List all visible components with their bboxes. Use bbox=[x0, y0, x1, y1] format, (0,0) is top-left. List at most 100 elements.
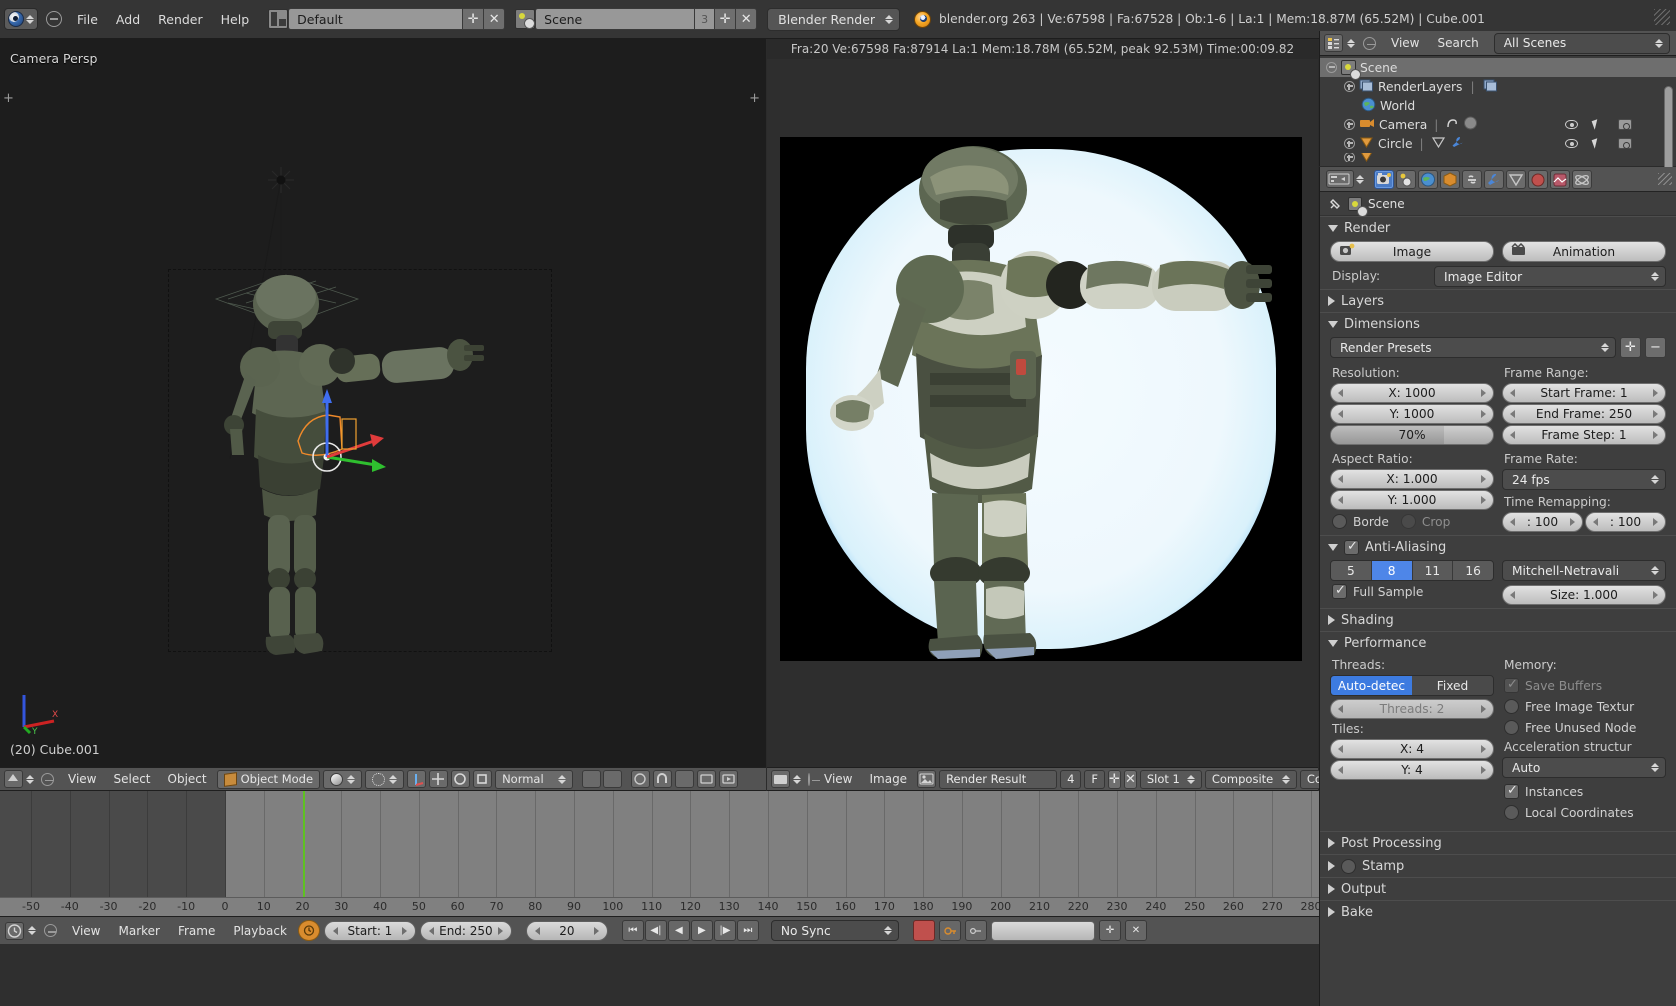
pin-id-icon[interactable] bbox=[1328, 197, 1342, 211]
screen-layout-name[interactable]: Default bbox=[288, 8, 464, 30]
stamp-checkbox[interactable] bbox=[1341, 858, 1356, 874]
image-datablock-icon[interactable] bbox=[917, 770, 937, 788]
proportional-edit-icon[interactable] bbox=[631, 770, 651, 788]
instances-checkbox[interactable] bbox=[1504, 783, 1519, 799]
aa-filter-dropdown[interactable]: Mitchell-Netravali bbox=[1502, 560, 1666, 581]
timeline-editor[interactable]: -50 -40 -30 -20 -10 0 10 20 30 40 50 60 70 80 90 100 110… bbox=[0, 791, 1319, 916]
insert-keyframe-button[interactable]: ✛ bbox=[1098, 920, 1121, 941]
chevron-updown-icon[interactable] bbox=[28, 926, 36, 935]
interaction-mode-dropdown[interactable]: Object Mode bbox=[216, 769, 321, 789]
outliner-row-circle[interactable]: Circle | bbox=[1320, 134, 1676, 153]
aa-samples-segmented[interactable]: 5 8 11 16 bbox=[1330, 560, 1494, 581]
camera-data-icon[interactable] bbox=[1463, 116, 1478, 133]
previous-keyframe-button[interactable]: ◀| bbox=[644, 920, 667, 941]
delete-scene-button[interactable]: ✕ bbox=[736, 8, 758, 30]
end-frame-field[interactable]: End Frame: 250 bbox=[1502, 404, 1666, 424]
render-engine-dropdown[interactable]: Blender Render bbox=[767, 7, 901, 31]
image-editor[interactable]: Fra:20 Ve:67598 Fa:87914 La:1 Mem:18.78M… bbox=[767, 39, 1318, 767]
editor-type-icon[interactable] bbox=[771, 770, 790, 788]
properties-editor[interactable]: Scene Render Image Animation Display: Im… bbox=[1319, 167, 1676, 1006]
outliner-menu-search[interactable]: Search bbox=[1430, 34, 1485, 52]
menu-help[interactable]: Help bbox=[212, 9, 259, 30]
add-preset-button[interactable]: ✛ bbox=[1620, 337, 1641, 358]
resolution-y-field[interactable]: Y: 1000 bbox=[1330, 404, 1494, 424]
editor-type-icon[interactable] bbox=[1324, 34, 1343, 52]
restrict-view-icon[interactable] bbox=[1565, 139, 1578, 148]
free-image-textures-row[interactable]: Free Image Textur bbox=[1502, 696, 1666, 717]
frame-step-field[interactable]: Frame Step: 1 bbox=[1502, 425, 1666, 445]
snap-target-dropdown[interactable] bbox=[675, 770, 695, 788]
tab-constraints[interactable] bbox=[1462, 169, 1482, 189]
snap-magnet-icon[interactable] bbox=[653, 770, 673, 788]
aa-size-field[interactable]: Size: 1.000 bbox=[1502, 585, 1666, 605]
screen-layout-icon[interactable] bbox=[268, 9, 289, 29]
threads-mode-segmented[interactable]: Auto-detec Fixed bbox=[1330, 675, 1494, 696]
tab-render[interactable] bbox=[1374, 169, 1394, 189]
end-frame-field[interactable]: End: 250 bbox=[419, 920, 512, 941]
crop-checkbox-row[interactable]: Crop bbox=[1399, 511, 1450, 532]
expand-collapse-icon[interactable] bbox=[1344, 81, 1355, 92]
tab-world[interactable] bbox=[1418, 169, 1438, 189]
outliner-editor[interactable]: View Search All Scenes Scene RenderLayer… bbox=[1319, 31, 1676, 172]
crop-checkbox[interactable] bbox=[1400, 514, 1416, 529]
layer-button-1[interactable] bbox=[582, 770, 602, 788]
editor-type-icon[interactable] bbox=[5, 921, 24, 940]
layer-button-2[interactable] bbox=[603, 770, 623, 788]
render-opengl-icon[interactable] bbox=[697, 770, 717, 788]
aa-sample-11[interactable]: 11 bbox=[1412, 561, 1454, 580]
viewport-menu-object[interactable]: Object bbox=[161, 770, 214, 788]
new-image-button[interactable]: ✛ bbox=[1108, 769, 1121, 789]
transform-orientation-dropdown[interactable]: Normal bbox=[495, 769, 574, 789]
panel-header-render[interactable]: Render bbox=[1320, 216, 1676, 239]
panel-header-stamp[interactable]: Stamp bbox=[1320, 854, 1676, 877]
add-screen-layout-button[interactable]: ✛ bbox=[463, 8, 485, 30]
threads-fixed-button[interactable]: Fixed bbox=[1412, 676, 1493, 695]
outliner-display-mode-dropdown[interactable]: All Scenes bbox=[1493, 32, 1670, 54]
tab-object[interactable] bbox=[1440, 169, 1460, 189]
manipulator-rotate-icon[interactable] bbox=[451, 770, 471, 788]
sync-mode-dropdown[interactable]: No Sync bbox=[770, 920, 899, 941]
render-opengl-anim-icon[interactable] bbox=[719, 770, 739, 788]
outliner-row-world[interactable]: World bbox=[1320, 96, 1676, 115]
start-frame-field[interactable]: Start: 1 bbox=[323, 920, 416, 941]
image-name-field[interactable]: Render Result bbox=[939, 769, 1058, 789]
border-checkbox-row[interactable]: Borde bbox=[1330, 511, 1389, 532]
aspect-y-field[interactable]: Y: 1.000 bbox=[1330, 490, 1494, 510]
chevron-updown-icon[interactable] bbox=[1347, 38, 1355, 48]
area-resize-grip[interactable] bbox=[1658, 173, 1672, 185]
renderlayer-datablock-icon[interactable] bbox=[1483, 78, 1498, 95]
expand-collapse-icon[interactable] bbox=[1344, 153, 1355, 162]
frame-rate-dropdown[interactable]: 24 fps bbox=[1502, 469, 1666, 490]
render-slot-dropdown[interactable]: Slot 1 bbox=[1139, 769, 1202, 789]
panel-header-layers[interactable]: Layers bbox=[1320, 289, 1676, 312]
aa-sample-5[interactable]: 5 bbox=[1331, 561, 1372, 580]
timeline-menu-playback[interactable]: Playback bbox=[226, 922, 294, 940]
properties-region-expand-icon[interactable]: + bbox=[749, 91, 760, 106]
transform-manipulator-gizmo[interactable] bbox=[280, 379, 410, 499]
restrict-select-icon[interactable] bbox=[1591, 119, 1601, 130]
resolution-percentage-slider[interactable]: 70% bbox=[1330, 425, 1494, 445]
expand-collapse-icon[interactable] bbox=[1344, 119, 1355, 130]
free-unused-nodes-row[interactable]: Free Unused Node bbox=[1502, 717, 1666, 738]
play-reverse-button[interactable]: ◀ bbox=[667, 920, 690, 941]
blender-menu-button[interactable] bbox=[4, 8, 38, 30]
acceleration-structure-dropdown[interactable]: Auto bbox=[1502, 757, 1666, 778]
image-user-count[interactable]: 4 bbox=[1060, 769, 1082, 789]
timeline-menu-marker[interactable]: Marker bbox=[111, 922, 166, 940]
manipulator-toggle-button[interactable] bbox=[407, 770, 427, 788]
outliner-row-scene[interactable]: Scene bbox=[1320, 58, 1676, 80]
outliner-row-camera[interactable]: Camera | bbox=[1320, 115, 1676, 134]
chevron-updown-icon[interactable] bbox=[1356, 174, 1364, 184]
tiles-y-field[interactable]: Y: 4 bbox=[1330, 760, 1494, 780]
manipulator-translate-icon[interactable] bbox=[429, 770, 449, 788]
threads-auto-detect-button[interactable]: Auto-detec bbox=[1331, 676, 1412, 695]
resolution-x-field[interactable]: X: 1000 bbox=[1330, 383, 1494, 403]
restrict-view-icon[interactable] bbox=[1565, 120, 1578, 129]
collapse-menu-icon[interactable] bbox=[46, 11, 62, 27]
full-sample-row[interactable]: Full Sample bbox=[1330, 581, 1494, 602]
scene-icon[interactable] bbox=[515, 9, 536, 29]
aa-sample-16[interactable]: 16 bbox=[1453, 561, 1493, 580]
chevron-updown-icon[interactable] bbox=[26, 774, 34, 784]
timeline-menu-view[interactable]: View bbox=[65, 922, 107, 940]
remove-preset-button[interactable]: − bbox=[1645, 337, 1666, 358]
